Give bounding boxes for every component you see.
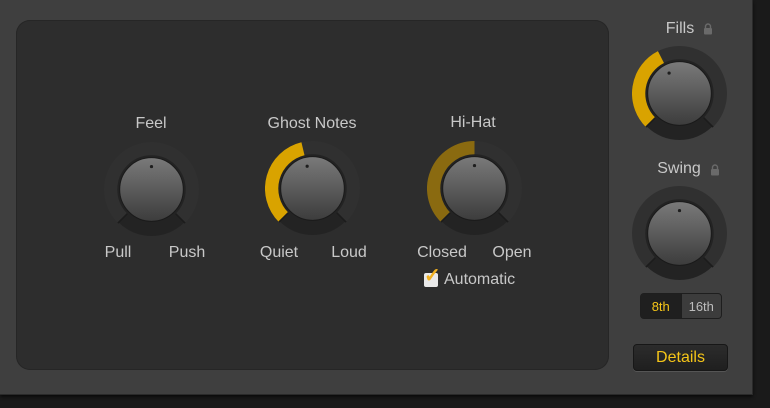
knob-graphic xyxy=(632,46,727,140)
feel-title: Feel xyxy=(135,115,167,132)
lock-icon[interactable] xyxy=(703,23,713,35)
automatic-label: Automatic xyxy=(444,271,516,288)
knob-indicator xyxy=(667,71,671,75)
ghost-notes-right-label: Loud xyxy=(331,244,367,261)
resolution-16th-option[interactable]: 16th xyxy=(680,294,721,318)
checkbox-box[interactable]: ✓ xyxy=(424,266,441,287)
knob-indicator xyxy=(305,164,309,168)
ghost-notes-knob[interactable] xyxy=(265,141,360,236)
lock-icon[interactable] xyxy=(710,164,720,176)
ghost-notes-title: Ghost Notes xyxy=(267,115,357,132)
fills-title: Fills xyxy=(665,20,695,37)
hihat-title: Hi-Hat xyxy=(450,114,496,131)
knob-graphic xyxy=(265,141,360,235)
knob-indicator xyxy=(677,208,682,213)
fills-knob[interactable] xyxy=(632,46,727,141)
swing-knob[interactable] xyxy=(632,186,727,281)
knob-indicator xyxy=(149,164,154,169)
swing-title: Swing xyxy=(657,160,701,177)
knob-indicator xyxy=(472,163,477,168)
checkmark-icon: ✓ xyxy=(424,265,441,287)
knob-graphic xyxy=(427,141,522,235)
feel-knob[interactable] xyxy=(104,142,199,237)
feel-left-label: Pull xyxy=(104,244,132,261)
ghost-notes-left-label: Quiet xyxy=(259,244,299,261)
knob-graphic xyxy=(104,142,199,236)
feel-right-label: Push xyxy=(168,244,206,261)
automatic-checkbox[interactable]: ✓ Automatic xyxy=(424,266,516,290)
resolution-8th-option[interactable]: 8th xyxy=(641,294,681,318)
hihat-right-label: Open xyxy=(492,244,532,261)
details-button[interactable]: Details xyxy=(633,344,728,371)
drummer-editor-frame: Feel Pull Push Ghost Notes Quiet Loud Hi… xyxy=(0,0,753,395)
swing-resolution-toggle[interactable]: 8th 16th xyxy=(640,293,722,319)
hihat-knob[interactable] xyxy=(427,141,522,236)
knob-graphic xyxy=(632,186,727,280)
knob-cap xyxy=(647,61,712,126)
hihat-left-label: Closed xyxy=(417,244,467,261)
knob-cap xyxy=(280,156,345,221)
